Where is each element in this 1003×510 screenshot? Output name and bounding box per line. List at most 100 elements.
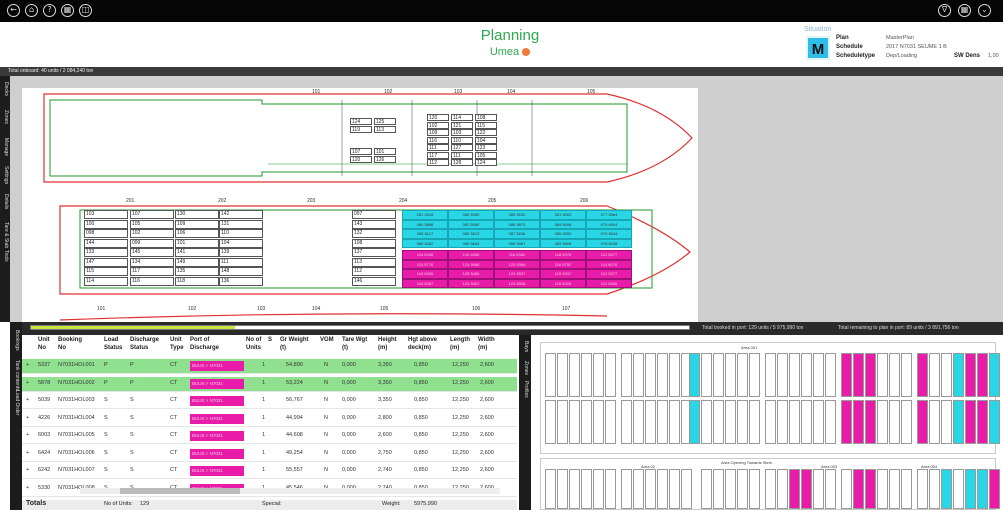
cargo-slot[interactable]: 136: [219, 276, 263, 286]
cargo-slot[interactable]: 111: [427, 144, 449, 151]
cargo-slot[interactable]: 114: [451, 114, 473, 121]
bay-slot[interactable]: [593, 353, 604, 397]
cargo-slot[interactable]: 120: [350, 155, 372, 163]
bay-slot[interactable]: [593, 400, 604, 444]
cargo-slot[interactable]: 121: [451, 121, 473, 129]
column-header[interactable]: Height (m): [378, 336, 397, 352]
bay-slot[interactable]: [989, 400, 1000, 444]
bay-slot[interactable]: [713, 469, 724, 509]
bay-slot[interactable]: [557, 469, 568, 509]
bay-slot[interactable]: [645, 353, 656, 397]
bay-slot[interactable]: [545, 400, 556, 444]
cargo-slot[interactable]: 127: [451, 144, 473, 151]
column-header[interactable]: Unit No: [38, 336, 50, 352]
bay-slot[interactable]: [813, 400, 824, 444]
row-expander[interactable]: +: [26, 450, 29, 456]
cargo-slot[interactable]: 107: [350, 148, 372, 155]
cargo-slot-magenta[interactable]: 115 5776: [402, 259, 448, 269]
bay-slot[interactable]: [765, 400, 776, 444]
bay-slot[interactable]: [645, 469, 656, 509]
cargo-slot[interactable]: 105: [475, 151, 497, 159]
bay-slot[interactable]: [689, 400, 700, 444]
bay-slot[interactable]: [901, 400, 912, 444]
bay-slot[interactable]: [789, 469, 800, 509]
bay-slot[interactable]: [977, 353, 988, 397]
bay-slot[interactable]: [901, 469, 912, 509]
bay-slot[interactable]: [737, 353, 748, 397]
bay-slot[interactable]: [689, 353, 700, 397]
bay-slot[interactable]: [825, 469, 836, 509]
bay-slot[interactable]: [917, 353, 928, 397]
bay-slot[interactable]: [669, 353, 680, 397]
cargo-slot[interactable]: 098: [84, 229, 128, 238]
tab-zones[interactable]: Zones: [521, 361, 529, 375]
cargo-slot-magenta[interactable]: 126 6986: [448, 250, 494, 260]
column-header[interactable]: Length (m): [450, 336, 470, 352]
table-row[interactable]: +6242 N7031HOL007 S S CT BUUS > N7031 1 55,557 N…: [22, 464, 517, 479]
bay-slot[interactable]: [865, 400, 876, 444]
bay-slot[interactable]: [645, 400, 656, 444]
bay-slot[interactable]: [725, 469, 736, 509]
cargo-slot-magenta[interactable]: 124 5986: [448, 259, 494, 269]
bay-slot[interactable]: [777, 400, 788, 444]
bay-slot[interactable]: [749, 353, 760, 397]
bay-slot[interactable]: [877, 353, 888, 397]
cargo-slot-cyan[interactable]: 081 0418: [402, 210, 448, 220]
bay-slot[interactable]: [853, 400, 864, 444]
bay-slot[interactable]: [825, 353, 836, 397]
bay-slot[interactable]: [889, 353, 900, 397]
print-icon[interactable]: ▦: [61, 4, 74, 17]
cargo-slot-magenta[interactable]: 118 6360: [494, 250, 540, 260]
bay-slot[interactable]: [953, 353, 964, 397]
cargo-slot-cyan[interactable]: 084 6098: [540, 219, 586, 229]
cargo-slot-magenta[interactable]: 120 5366: [494, 259, 540, 269]
bay-slot[interactable]: [593, 469, 604, 509]
cargo-slot-magenta[interactable]: 116 5300: [540, 278, 586, 288]
cargo-slot-magenta[interactable]: 128 5466: [448, 269, 494, 279]
cargo-slot-cyan[interactable]: 085 5513: [448, 229, 494, 239]
bay-slot[interactable]: [889, 469, 900, 509]
cargo-slot-magenta[interactable]: 112 5377: [586, 269, 632, 279]
cargo-slot[interactable]: 134: [130, 257, 174, 267]
cargo-slot[interactable]: 116: [130, 276, 174, 286]
bay-slot[interactable]: [929, 353, 940, 397]
tab-details[interactable]: Details: [1, 194, 9, 209]
bay-slot[interactable]: [941, 469, 952, 509]
cargo-slot[interactable]: 107: [130, 210, 174, 219]
cargo-slot[interactable]: 109: [427, 129, 449, 136]
cargo-slot-magenta[interactable]: 112 5677: [586, 250, 632, 260]
cargo-slot[interactable]: 124: [350, 118, 372, 125]
cargo-slot[interactable]: 123: [475, 144, 497, 151]
tab-zones[interactable]: Zones: [1, 110, 9, 124]
bay-slot[interactable]: [749, 469, 760, 509]
cargo-slot-magenta[interactable]: 114 6076: [586, 259, 632, 269]
back-icon[interactable]: ←: [7, 4, 20, 17]
bay-slot[interactable]: [669, 400, 680, 444]
cargo-slot-cyan[interactable]: 085 5530: [494, 210, 540, 220]
cargo-slot-magenta[interactable]: 116 5406: [402, 269, 448, 279]
cargo-slot[interactable]: 100: [84, 219, 128, 229]
cargo-slot-cyan[interactable]: 081 5063: [540, 210, 586, 220]
bay-slot[interactable]: [765, 469, 776, 509]
bay-slot[interactable]: [605, 353, 616, 397]
bay-slot[interactable]: [701, 353, 712, 397]
bay-slot[interactable]: [917, 469, 928, 509]
bay-slot[interactable]: [633, 400, 644, 444]
bay-slot[interactable]: [657, 400, 668, 444]
scrollbar-thumb[interactable]: [120, 488, 240, 494]
bay-slot[interactable]: [917, 400, 928, 444]
bay-slot[interactable]: [813, 353, 824, 397]
bay-slot[interactable]: [953, 400, 964, 444]
bay-slot[interactable]: [545, 353, 556, 397]
bay-slot[interactable]: [605, 400, 616, 444]
cargo-slot-cyan[interactable]: 077 5964: [586, 210, 632, 220]
bay-slot[interactable]: [633, 353, 644, 397]
column-header[interactable]: VGM: [320, 336, 334, 344]
cargo-slot[interactable]: 101: [374, 148, 396, 155]
column-header[interactable]: Unit Type: [170, 336, 184, 352]
tab-bays[interactable]: Bays: [521, 341, 529, 352]
bay-slot[interactable]: [801, 469, 812, 509]
help-icon[interactable]: ?: [43, 4, 56, 17]
bay-slot[interactable]: [569, 400, 580, 444]
column-header[interactable]: S: [268, 336, 272, 344]
